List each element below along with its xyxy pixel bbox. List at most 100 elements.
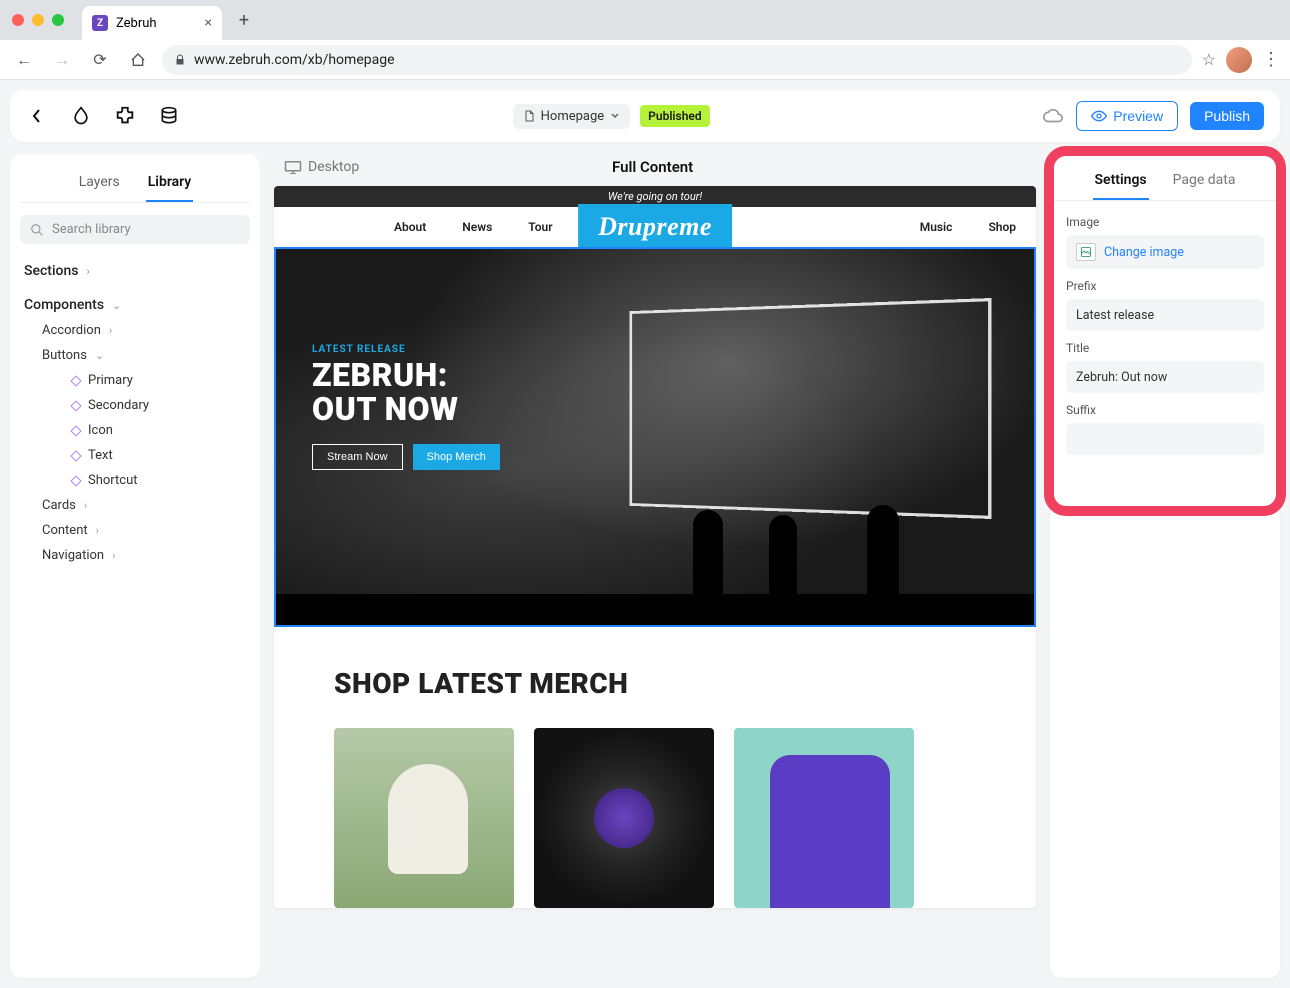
field-label-image: Image bbox=[1066, 215, 1264, 229]
field-label-title: Title bbox=[1066, 341, 1264, 355]
profile-avatar[interactable] bbox=[1226, 47, 1252, 73]
nav-about[interactable]: About bbox=[394, 220, 426, 234]
canvas-area: Desktop Full Content We're going on tour… bbox=[274, 154, 1036, 978]
forward-button[interactable]: → bbox=[48, 46, 76, 74]
status-badge: Published bbox=[640, 105, 709, 127]
extension-icon[interactable] bbox=[114, 105, 136, 127]
chevron-down-icon: ⌄ bbox=[95, 349, 104, 362]
chevron-right-icon: › bbox=[86, 265, 89, 278]
search-input[interactable]: Search library bbox=[20, 215, 250, 244]
back-button[interactable]: ← bbox=[10, 46, 38, 74]
nav-shop[interactable]: Shop bbox=[988, 220, 1016, 234]
chevron-right-icon: › bbox=[96, 524, 99, 537]
device-selector[interactable]: Desktop bbox=[284, 159, 359, 175]
browser-menu-icon[interactable]: ⋮ bbox=[1262, 49, 1280, 70]
bookmark-icon[interactable]: ☆ bbox=[1202, 50, 1216, 69]
merch-item-vinyl[interactable] bbox=[534, 728, 714, 908]
site-navigation: About News Tour Drupreme Music Shop bbox=[274, 207, 1036, 247]
reload-button[interactable]: ⟳ bbox=[86, 46, 114, 74]
tab-title: Zebruh bbox=[116, 16, 157, 31]
hero-title: ZEBRUH: OUT NOW bbox=[312, 359, 500, 426]
tab-layers[interactable]: Layers bbox=[77, 168, 122, 202]
page-selector[interactable]: Homepage bbox=[513, 104, 631, 129]
right-panel-tabs: Settings Page data bbox=[1050, 162, 1280, 201]
window-maximize-icon[interactable] bbox=[52, 14, 64, 26]
image-thumb-icon bbox=[1076, 243, 1096, 261]
database-icon[interactable] bbox=[158, 105, 180, 127]
tree-content[interactable]: Content› bbox=[38, 518, 250, 543]
component-icon bbox=[70, 400, 81, 411]
chevron-right-icon: › bbox=[109, 324, 112, 337]
left-panel-tabs: Layers Library bbox=[20, 168, 250, 203]
browser-titlebar: Z Zebruh × + bbox=[0, 0, 1290, 40]
canvas-preview[interactable]: We're going on tour! About News Tour Dru… bbox=[274, 186, 1036, 908]
app-root: Homepage Published Preview Publish Layer… bbox=[0, 80, 1290, 988]
chevron-right-icon: › bbox=[112, 549, 115, 562]
new-tab-button[interactable]: + bbox=[230, 6, 258, 34]
field-label-prefix: Prefix bbox=[1066, 279, 1264, 293]
tree-cards[interactable]: Cards› bbox=[38, 493, 250, 518]
lock-icon bbox=[174, 54, 186, 66]
suffix-input[interactable] bbox=[1066, 423, 1264, 455]
address-bar: ← → ⟳ www.zebruh.com/xb/homepage ☆ ⋮ bbox=[0, 40, 1290, 80]
search-icon bbox=[30, 223, 44, 237]
home-button[interactable] bbox=[124, 46, 152, 74]
hero-content: LATEST RELEASE ZEBRUH: OUT NOW Stream No… bbox=[312, 344, 500, 470]
publish-button[interactable]: Publish bbox=[1190, 102, 1264, 130]
canvas-title: Full Content bbox=[369, 158, 936, 176]
url-text: www.zebruh.com/xb/homepage bbox=[194, 52, 395, 68]
desktop-icon bbox=[284, 160, 302, 174]
component-icon bbox=[70, 450, 81, 461]
favicon-icon: Z bbox=[92, 15, 108, 31]
drupal-icon[interactable] bbox=[70, 105, 92, 127]
hero-stream-button[interactable]: Stream Now bbox=[312, 444, 403, 470]
tab-close-icon[interactable]: × bbox=[205, 15, 212, 31]
merch-item-hoodie[interactable] bbox=[734, 728, 914, 908]
page-name: Homepage bbox=[541, 109, 605, 124]
nav-news[interactable]: News bbox=[462, 220, 492, 234]
tree-navigation[interactable]: Navigation› bbox=[38, 543, 250, 568]
chevron-down-icon: ⌄ bbox=[112, 299, 121, 312]
tab-page-data[interactable]: Page data bbox=[1171, 168, 1238, 200]
component-icon bbox=[70, 375, 81, 386]
tree-button-text[interactable]: Text bbox=[68, 443, 250, 468]
cloud-sync-icon[interactable] bbox=[1042, 107, 1064, 125]
merch-item-beanie[interactable] bbox=[334, 728, 514, 908]
chevron-right-icon: › bbox=[84, 499, 87, 512]
left-panel: Layers Library Search library Sections ›… bbox=[10, 154, 260, 978]
merch-title: SHOP LATEST MERCH bbox=[334, 667, 976, 700]
tab-settings[interactable]: Settings bbox=[1093, 168, 1149, 200]
back-chevron-icon[interactable] bbox=[26, 105, 48, 127]
document-icon bbox=[523, 109, 535, 123]
components-group[interactable]: Components ⌄ bbox=[20, 292, 250, 318]
browser-tab[interactable]: Z Zebruh × bbox=[82, 6, 222, 40]
url-input[interactable]: www.zebruh.com/xb/homepage bbox=[162, 45, 1192, 75]
tree-button-icon[interactable]: Icon bbox=[68, 418, 250, 443]
eye-icon bbox=[1091, 110, 1107, 122]
tab-library[interactable]: Library bbox=[146, 168, 194, 202]
nav-tour[interactable]: Tour bbox=[528, 220, 552, 234]
hero-section[interactable]: Hero LATEST RELEASE ZEBRUH: OUT NOW bbox=[274, 247, 1036, 627]
sections-group[interactable]: Sections › bbox=[20, 258, 250, 284]
tree-button-secondary[interactable]: Secondary bbox=[68, 393, 250, 418]
field-label-suffix: Suffix bbox=[1066, 403, 1264, 417]
preview-button[interactable]: Preview bbox=[1076, 101, 1178, 131]
hero-prefix: LATEST RELEASE bbox=[312, 344, 500, 355]
tree-accordion[interactable]: Accordion› bbox=[38, 318, 250, 343]
tree-buttons[interactable]: Buttons⌄ bbox=[38, 343, 250, 368]
merch-section: SHOP LATEST MERCH bbox=[274, 627, 1036, 908]
window-minimize-icon[interactable] bbox=[32, 14, 44, 26]
canvas-header: Desktop Full Content bbox=[274, 154, 1036, 186]
tree-button-primary[interactable]: Primary bbox=[68, 368, 250, 393]
prefix-input[interactable]: Latest release bbox=[1066, 299, 1264, 331]
app-toolbar: Homepage Published Preview Publish bbox=[10, 90, 1280, 142]
tree-button-shortcut[interactable]: Shortcut bbox=[68, 468, 250, 493]
change-image-button[interactable]: Change image bbox=[1066, 235, 1264, 269]
nav-music[interactable]: Music bbox=[920, 220, 953, 234]
right-panel: Settings Page data Image Change image Pr… bbox=[1050, 154, 1280, 978]
browser-chrome: Z Zebruh × + ← → ⟳ www.zebruh.com/xb/hom… bbox=[0, 0, 1290, 80]
window-close-icon[interactable] bbox=[12, 14, 24, 26]
hero-shop-button[interactable]: Shop Merch bbox=[413, 444, 500, 470]
brand-logo[interactable]: Drupreme bbox=[578, 204, 732, 250]
title-input[interactable]: Zebruh: Out now bbox=[1066, 361, 1264, 393]
